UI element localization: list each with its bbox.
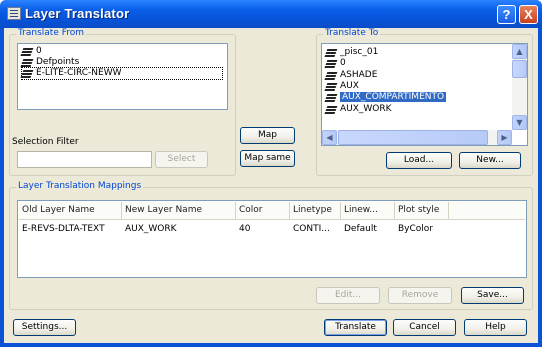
save-button[interactable]: Save... (461, 287, 524, 304)
translate-to-group: Translate To _pisc_01 0 ASHADE AUX AUX_C… (316, 28, 533, 176)
table-cell: CONTI... (293, 224, 330, 234)
selection-filter-label: Selection Filter (12, 137, 79, 147)
column-header[interactable]: Plot style (395, 202, 449, 219)
table-cell: AUX_WORK (125, 224, 177, 234)
layer-icon (22, 69, 34, 78)
translate-from-label: Translate From (16, 28, 87, 38)
layer-icon (326, 48, 338, 57)
list-item[interactable]: 0 (326, 58, 346, 69)
column-header[interactable]: Linew... (341, 202, 395, 219)
settings-button[interactable]: Settings... (13, 319, 76, 336)
map-button[interactable]: Map (240, 127, 295, 144)
dialog-window: Layer Translator ? X Translate From 0 De… (0, 0, 542, 347)
table-cell: 40 (239, 224, 251, 234)
scroll-left-icon[interactable]: ◀ (322, 130, 337, 145)
table-cell: E-REVS-DLTA-TEXT (22, 224, 105, 234)
select-button[interactable]: Select (155, 151, 208, 168)
list-item-selected[interactable]: AUX_COMPARTIMENTO (324, 92, 509, 103)
map-same-button[interactable]: Map same (240, 150, 295, 167)
list-item[interactable]: AUX (326, 81, 359, 92)
mappings-label: Layer Translation Mappings (16, 181, 144, 191)
column-header[interactable]: Linetype (290, 202, 341, 219)
title-bar[interactable]: Layer Translator ? X (0, 0, 542, 28)
translate-from-list[interactable]: 0 Defpoints E-LITE-CIRC-NEWW (17, 43, 228, 110)
remove-button[interactable]: Remove (388, 287, 452, 304)
mappings-table[interactable]: Old Layer Name New Layer Name Color Line… (17, 200, 527, 278)
layer-icon (326, 59, 338, 68)
cancel-button[interactable]: Cancel (393, 319, 456, 336)
table-cell: Default (344, 224, 377, 234)
list-item[interactable]: ASHADE (326, 70, 377, 81)
table-header: Old Layer Name New Layer Name Color Line… (19, 202, 525, 220)
layer-icon (326, 105, 338, 114)
column-header[interactable]: Old Layer Name (19, 202, 122, 219)
translate-button[interactable]: Translate (324, 319, 387, 336)
load-button[interactable]: Load... (386, 152, 452, 169)
translate-to-label: Translate To (323, 28, 381, 38)
layer-icon (326, 93, 338, 102)
help-button[interactable]: Help (464, 319, 527, 336)
layer-icon (22, 47, 34, 56)
table-cell: ByColor (398, 224, 433, 234)
column-header[interactable]: Color (236, 202, 290, 219)
column-header[interactable]: New Layer Name (122, 202, 236, 219)
scroll-thumb[interactable] (512, 60, 527, 78)
window-title: Layer Translator (25, 6, 130, 21)
selection-filter-input[interactable] (17, 151, 152, 168)
help-title-button[interactable]: ? (497, 5, 516, 24)
scroll-down-icon[interactable]: ▼ (512, 115, 527, 130)
list-item[interactable]: E-LITE-CIRC-NEWW (21, 67, 223, 80)
layer-icon (326, 71, 338, 80)
list-item[interactable]: AUX_WORK (326, 104, 392, 115)
list-item[interactable]: _pisc_01 (326, 47, 378, 58)
edit-button[interactable]: Edit... (316, 287, 380, 304)
scroll-up-icon[interactable]: ▲ (512, 44, 527, 59)
layer-icon (22, 58, 34, 67)
new-button[interactable]: New... (459, 152, 521, 169)
list-item[interactable]: Defpoints (22, 57, 79, 68)
scroll-right-icon[interactable]: ▶ (497, 130, 512, 145)
vertical-scrollbar[interactable]: ▲ ▼ (512, 44, 527, 130)
translate-to-list[interactable]: _pisc_01 0 ASHADE AUX AUX_COMPARTIMENTO … (321, 43, 528, 146)
translate-from-group: Translate From 0 Defpoints E-LITE-CIRC-N… (9, 28, 236, 176)
horizontal-scrollbar[interactable]: ◀ ▶ (322, 130, 512, 145)
scroll-thumb[interactable] (338, 130, 488, 145)
app-icon (7, 7, 21, 20)
layer-icon (326, 82, 338, 91)
close-button[interactable]: X (519, 5, 538, 24)
list-item[interactable]: 0 (22, 46, 42, 57)
dialog-client: Translate From 0 Defpoints E-LITE-CIRC-N… (4, 28, 538, 343)
mappings-group: Layer Translation Mappings Old Layer Nam… (9, 181, 533, 310)
